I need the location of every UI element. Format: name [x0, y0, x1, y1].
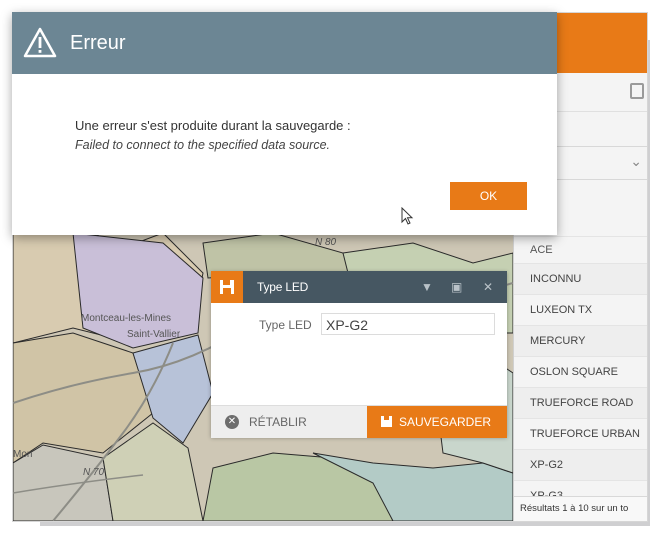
map-label-town2: Saint-Vallier: [127, 329, 181, 340]
restore-icon[interactable]: ▣: [451, 271, 462, 303]
error-dialog-header: Erreur: [12, 12, 557, 74]
type-led-body: Type LED XP-G2: [211, 303, 507, 405]
type-led-field-label: Type LED: [259, 318, 312, 332]
reset-icon: ✕: [225, 415, 239, 429]
error-detail: Failed to connect to the specified data …: [75, 138, 331, 152]
save-icon: [211, 271, 243, 303]
map-label-road-n70: N 70: [83, 467, 105, 478]
floppy-icon: [381, 416, 392, 427]
mouse-cursor-icon: [401, 207, 414, 225]
list-item[interactable]: XP-G2: [514, 450, 647, 481]
type-led-footer: ✕ RÉTABLIR SAUVEGARDER: [211, 405, 507, 438]
type-led-field[interactable]: XP-G2: [321, 313, 495, 335]
list-item[interactable]: INCONNU: [514, 264, 647, 295]
top-bar: [553, 13, 647, 73]
reset-label: RÉTABLIR: [249, 415, 307, 429]
list-item-partial[interactable]: ACE: [514, 237, 647, 264]
print-icon[interactable]: [630, 83, 644, 99]
list-item[interactable]: OSLON SQUARE: [514, 357, 647, 388]
dropdown-icon[interactable]: ▼: [421, 271, 433, 303]
chevron-down-icon: ⌄: [630, 153, 642, 169]
led-type-list: INCONNU LUXEON TX MERCURY OSLON SQUARE T…: [514, 264, 647, 512]
type-led-panel: Type LED ▼ ▣ ✕ Type LED XP-G2 ✕ RÉTABLIR…: [211, 271, 507, 438]
list-item[interactable]: LUXEON TX: [514, 295, 647, 326]
error-dialog-title: Erreur: [70, 32, 126, 54]
close-icon[interactable]: ✕: [483, 271, 493, 303]
error-message: Une erreur s'est produite durant la sauv…: [75, 118, 351, 133]
ok-button[interactable]: OK: [450, 182, 527, 210]
reset-button[interactable]: ✕ RÉTABLIR: [211, 406, 367, 438]
list-item[interactable]: TRUEFORCE ROAD: [514, 388, 647, 419]
type-led-header[interactable]: Type LED ▼ ▣ ✕: [211, 271, 507, 303]
save-button[interactable]: SAUVEGARDER: [367, 406, 507, 438]
type-led-title: Type LED: [257, 280, 309, 294]
map-label-town4: Mon: [13, 449, 32, 460]
error-dialog-body: Une erreur s'est produite durant la sauv…: [12, 74, 557, 235]
list-item[interactable]: TRUEFORCE URBAN: [514, 419, 647, 450]
save-label: SAUVEGARDER: [399, 415, 492, 429]
error-dialog: Erreur Une erreur s'est produite durant …: [12, 12, 557, 235]
warning-icon: [23, 27, 57, 58]
list-item[interactable]: MERCURY: [514, 326, 647, 357]
results-count: Résultats 1 à 10 sur un to: [514, 496, 647, 521]
map-label-road-n80: N 80: [315, 237, 337, 248]
map-label-town1: Montceau-les-Mines: [81, 313, 171, 324]
